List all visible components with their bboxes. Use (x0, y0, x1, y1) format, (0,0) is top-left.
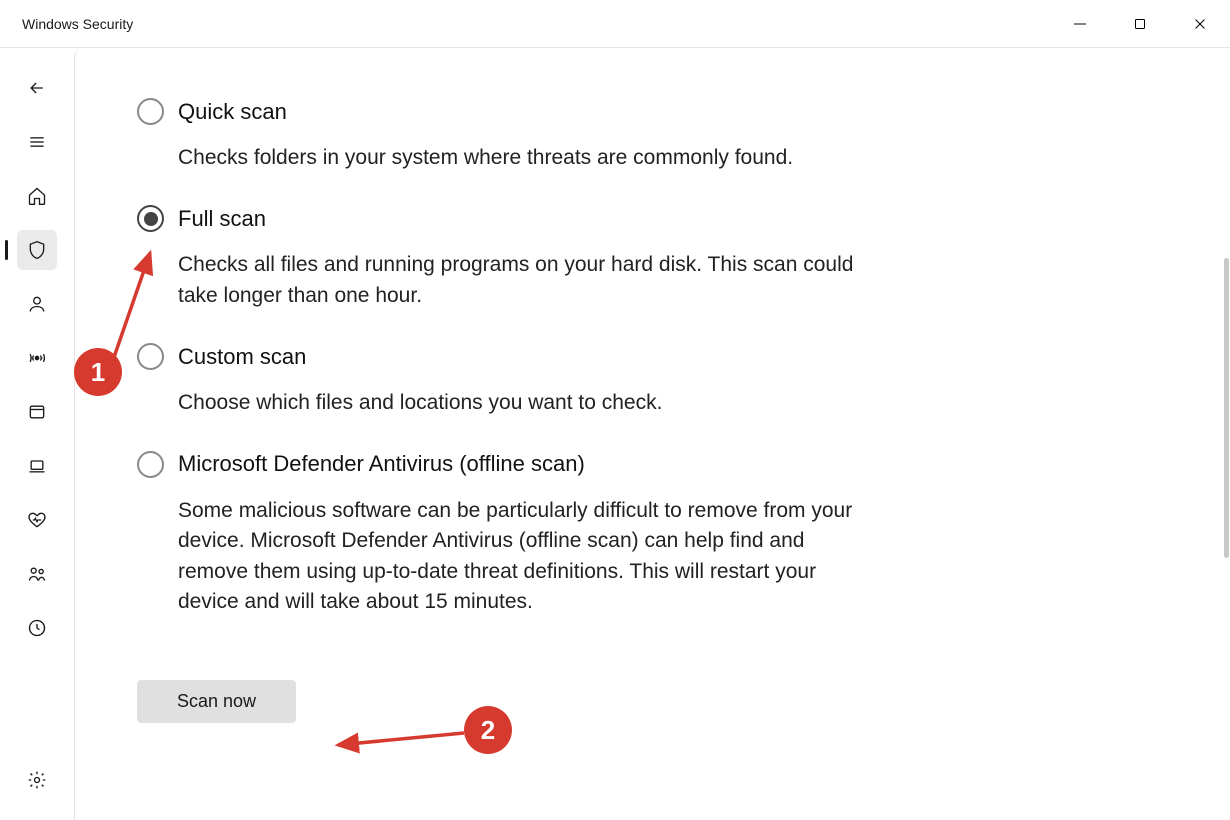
nav-protection-history[interactable] (17, 608, 57, 648)
annotation-number: 2 (481, 715, 495, 746)
history-icon (27, 618, 47, 638)
maximize-icon (1131, 15, 1149, 33)
nav-family[interactable] (17, 554, 57, 594)
scan-desc: Choose which files and locations you wan… (137, 388, 857, 418)
nav-firewall[interactable] (17, 338, 57, 378)
scan-title: Custom scan (178, 344, 306, 370)
scan-option-offline: Microsoft Defender Antivirus (offline sc… (137, 451, 857, 618)
window-title: Windows Security (0, 16, 133, 32)
scan-option-custom: Custom scan Choose which files and locat… (137, 343, 857, 418)
scan-title: Quick scan (178, 99, 287, 125)
annotation-number: 1 (91, 357, 105, 388)
home-icon (27, 186, 47, 206)
menu-icon (27, 132, 47, 152)
minimize-button[interactable] (1050, 0, 1110, 47)
sidebar (0, 48, 74, 820)
scan-option-full: Full scan Checks all files and running p… (137, 205, 857, 311)
main-content: Quick scan Checks folders in your system… (74, 48, 1230, 820)
annotation-badge-1: 1 (74, 348, 122, 396)
close-icon (1191, 15, 1209, 33)
radio-quick-scan[interactable] (137, 98, 164, 125)
laptop-icon (27, 456, 47, 476)
radio-full-scan[interactable] (137, 205, 164, 232)
scan-desc: Some malicious software can be particula… (137, 496, 857, 618)
scan-now-button[interactable]: Scan now (137, 680, 296, 723)
back-button[interactable] (17, 68, 57, 108)
close-button[interactable] (1170, 0, 1230, 47)
scrollbar[interactable] (1224, 258, 1229, 558)
minimize-icon (1071, 15, 1089, 33)
scan-option-quick: Quick scan Checks folders in your system… (137, 98, 857, 173)
hamburger-menu[interactable] (17, 122, 57, 162)
nav-device-security[interactable] (17, 446, 57, 486)
scan-desc: Checks all files and running programs on… (137, 250, 857, 311)
arrow-left-icon (27, 78, 47, 98)
title-bar: Windows Security (0, 0, 1230, 48)
nav-account-protection[interactable] (17, 284, 57, 324)
annotation-badge-2: 2 (464, 706, 512, 754)
scan-desc: Checks folders in your system where thre… (137, 143, 857, 173)
shield-icon (27, 240, 47, 260)
maximize-button[interactable] (1110, 0, 1170, 47)
heart-pulse-icon (27, 510, 47, 530)
family-icon (27, 564, 47, 584)
scan-title: Microsoft Defender Antivirus (offline sc… (178, 451, 585, 477)
scan-title: Full scan (178, 206, 266, 232)
radio-custom-scan[interactable] (137, 343, 164, 370)
nav-app-browser[interactable] (17, 392, 57, 432)
network-icon (27, 348, 47, 368)
nav-virus-protection[interactable] (17, 230, 57, 270)
gear-icon (27, 770, 47, 790)
nav-home[interactable] (17, 176, 57, 216)
window-controls (1050, 0, 1230, 47)
app-icon (27, 402, 47, 422)
nav-device-performance[interactable] (17, 500, 57, 540)
person-icon (27, 294, 47, 314)
nav-settings[interactable] (17, 760, 57, 800)
radio-offline-scan[interactable] (137, 451, 164, 478)
